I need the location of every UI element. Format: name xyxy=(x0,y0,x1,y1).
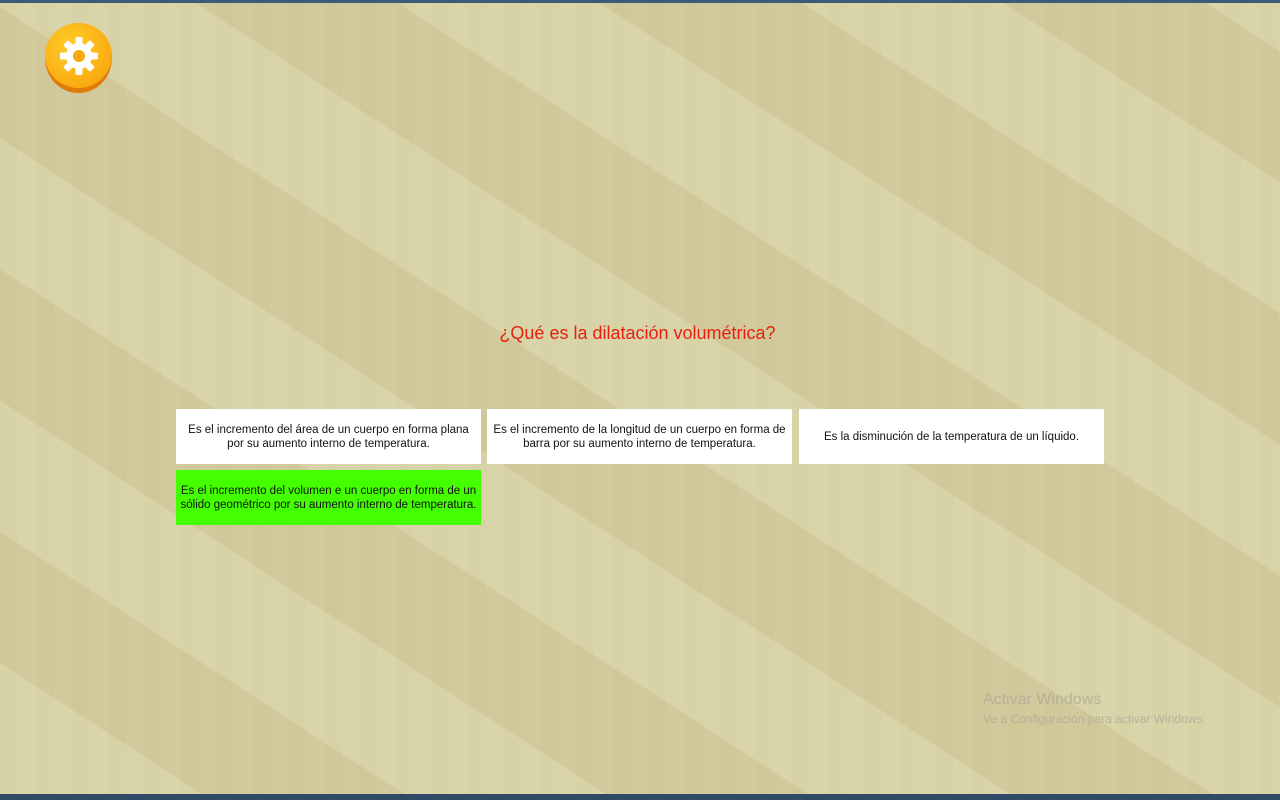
answer-option-1[interactable]: Es el incremento del área de un cuerpo e… xyxy=(176,409,481,464)
answer-option-1-label: Es el incremento del área de un cuerpo e… xyxy=(188,423,469,450)
answer-option-4-label: Es el incremento del volumen e un cuerpo… xyxy=(180,484,477,511)
question-text: ¿Qué es la dilatación volumétrica? xyxy=(499,323,776,343)
answer-option-3[interactable]: Es la disminución de la temperatura de u… xyxy=(799,409,1104,464)
bottom-border xyxy=(0,794,1280,800)
game-area: ¿Qué es la dilatación volumétrica? xyxy=(0,3,1280,794)
settings-button-face xyxy=(45,23,112,88)
gear-icon xyxy=(59,36,98,75)
background-pattern xyxy=(0,3,1280,794)
answer-option-3-label: Es la disminución de la temperatura de u… xyxy=(823,430,1080,443)
answer-option-2-label: Es el incremento de la longitud de un cu… xyxy=(493,423,786,450)
answer-option-4-correct[interactable]: Es el incremento del volumen e un cuerpo… xyxy=(176,470,481,525)
settings-button[interactable] xyxy=(45,23,112,93)
answer-option-2[interactable]: Es el incremento de la longitud de un cu… xyxy=(487,409,792,464)
